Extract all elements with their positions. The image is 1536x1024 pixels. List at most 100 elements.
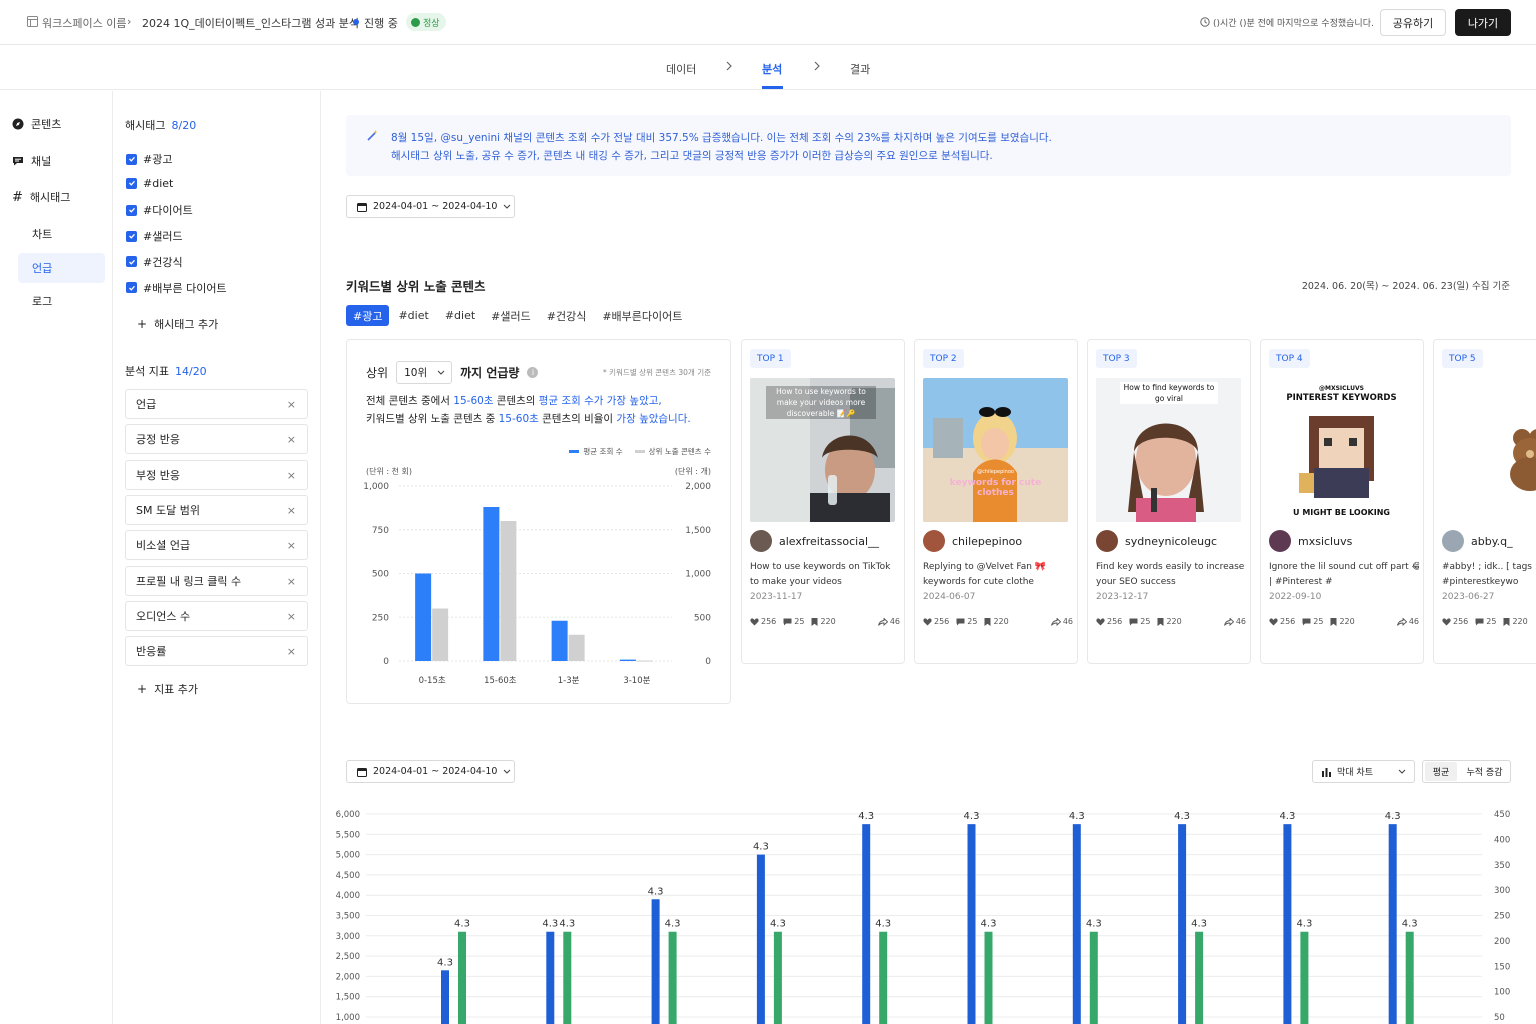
hashtag-checkbox-row[interactable]: #건강식 [126, 254, 183, 270]
close-icon[interactable]: × [287, 433, 296, 446]
hashtag-checkbox-row[interactable]: #배부른 다이어트 [126, 280, 227, 296]
post-author[interactable]: chilepepinoo [923, 530, 1022, 552]
tab-data[interactable]: 데이터 [666, 61, 696, 77]
post-author[interactable]: mxsicluvs [1269, 530, 1352, 552]
share-button[interactable]: 공유하기 [1380, 9, 1446, 36]
close-icon[interactable]: × [287, 645, 296, 658]
nav-hashtag[interactable]: # 해시태그 [12, 187, 70, 207]
bar-avg-views[interactable] [483, 507, 500, 661]
checkbox-checked-icon[interactable] [126, 153, 137, 165]
bar-top-count[interactable] [500, 521, 517, 661]
bar-avg-views[interactable] [415, 573, 432, 662]
bar-series-1[interactable] [1283, 824, 1292, 1024]
post-author[interactable]: sydneynicoleugc [1096, 530, 1217, 552]
hashtag-checkbox-row[interactable]: #diet [126, 177, 173, 190]
breadcrumb-workspace[interactable]: 워크스페이스 이름 [42, 15, 126, 31]
post-author[interactable]: abby.q_ [1442, 530, 1513, 552]
bar-series-1[interactable] [441, 970, 449, 1024]
mode-average-button[interactable]: 평균 [1425, 762, 1457, 781]
bar-series-1[interactable] [967, 824, 976, 1024]
bar-series-1[interactable] [1388, 824, 1397, 1024]
nav-sub-chart[interactable]: 차트 [18, 219, 105, 249]
keyword-tab[interactable]: #샐러드 [484, 305, 538, 326]
metric-chip[interactable]: 반응률 × [125, 636, 308, 667]
bar-series-1[interactable] [546, 931, 555, 1024]
hashtag-checkbox-row[interactable]: #다이어트 [126, 202, 193, 218]
tab-analysis[interactable]: 분석 [762, 61, 782, 77]
bar-series-1[interactable] [862, 824, 871, 1024]
post-thumbnail[interactable]: How to find keywords to go viral [1096, 378, 1241, 522]
bar-top-count[interactable] [636, 660, 653, 662]
add-metric-button[interactable]: + 지표 추가 [137, 681, 198, 697]
bar-series-2[interactable] [1300, 931, 1309, 1024]
post-card[interactable]: TOP 3 How to find keywords to go viral syd… [1087, 339, 1251, 664]
bar-avg-views[interactable] [619, 659, 636, 661]
close-icon[interactable]: × [287, 469, 296, 482]
metric-chip[interactable]: 부정 반응 × [125, 459, 308, 490]
post-author[interactable]: alexfreitassocial__ [750, 530, 879, 552]
close-icon[interactable]: × [287, 504, 296, 517]
date-range-picker[interactable]: 2024-04-01 ~ 2024-04-10 [346, 195, 515, 218]
metric-chip[interactable]: 프로필 내 링크 클릭 수 × [125, 565, 308, 596]
bar-avg-views[interactable] [551, 620, 568, 661]
keyword-tab[interactable]: #diet [391, 305, 435, 326]
post-thumbnail[interactable]: keywords for cute clothes @chilepepinoo [923, 378, 1068, 522]
bar-series-2[interactable] [1089, 931, 1098, 1024]
rank-select[interactable]: 10위 [396, 361, 453, 384]
close-icon[interactable]: × [287, 575, 296, 588]
exit-button[interactable]: 나가기 [1455, 9, 1511, 36]
metric-chip[interactable]: 비소셜 언급 × [125, 530, 308, 561]
metric-chip[interactable]: 오디언스 수 × [125, 600, 308, 631]
date-range-picker-2[interactable]: 2024-04-01 ~ 2024-04-10 [346, 760, 515, 783]
checkbox-checked-icon[interactable] [126, 256, 137, 268]
tab-result[interactable]: 결과 [850, 61, 870, 77]
bar-series-2[interactable] [773, 931, 782, 1024]
nav-content[interactable]: 콘텐츠 [12, 114, 61, 134]
checkbox-checked-icon[interactable] [126, 204, 137, 216]
bar-series-2[interactable] [458, 931, 466, 1024]
info-icon[interactable]: i [527, 367, 539, 378]
stat-value: 25 [1140, 617, 1151, 626]
bar-series-1[interactable] [1072, 824, 1081, 1024]
bar-series-2[interactable] [1405, 931, 1414, 1024]
bar-series-1[interactable] [1178, 824, 1187, 1024]
checkbox-checked-icon[interactable] [126, 230, 137, 242]
bar-series-1[interactable] [756, 854, 765, 1024]
mode-cumulative-button[interactable]: 누적 증감 [1459, 765, 1510, 778]
checkbox-checked-icon[interactable] [126, 177, 137, 189]
post-thumbnail[interactable] [1442, 378, 1536, 522]
post-card[interactable]: TOP 1 How to use keywords to make your vi… [741, 339, 905, 664]
nav-channel[interactable]: 채널 [12, 151, 51, 171]
hashtag-checkbox-row[interactable]: #광고 [126, 151, 172, 167]
post-thumbnail[interactable]: How to use keywords to make your videos … [750, 378, 895, 522]
close-icon[interactable]: × [287, 610, 296, 623]
bar-series-2[interactable] [668, 931, 677, 1024]
post-card[interactable]: TOP 5 abby.q_ #abby! ; idk.. [ tags : # #pi… [1433, 339, 1536, 664]
metric-chip[interactable]: 언급 × [125, 389, 308, 419]
keyword-tab[interactable]: #광고 [346, 305, 390, 326]
keyword-tab[interactable]: #배부른다이어트 [595, 305, 689, 326]
bar-series-2[interactable] [984, 931, 993, 1024]
chart-type-select[interactable]: 막대 차트 [1312, 760, 1415, 783]
bar-top-count[interactable] [432, 608, 449, 662]
bar-series-2[interactable] [563, 931, 572, 1024]
metric-chip[interactable]: 긍정 반응 × [125, 424, 308, 455]
bar-series-1[interactable] [651, 899, 660, 1024]
bar-series-2[interactable] [1195, 931, 1204, 1024]
bar-series-2[interactable] [879, 931, 888, 1024]
hashtag-checkbox-row[interactable]: #샐러드 [126, 228, 183, 244]
nav-sub-log[interactable]: 로그 [18, 286, 105, 316]
post-card[interactable]: TOP 2 keywords for cute clothes @chilepepi… [914, 339, 1078, 664]
close-icon[interactable]: × [287, 539, 296, 552]
close-icon[interactable]: × [287, 398, 296, 411]
keyword-tab[interactable]: #건강식 [540, 305, 594, 326]
keyword-tab[interactable]: #diet [438, 305, 482, 326]
metric-chip[interactable]: SM 도달 범위 × [125, 494, 308, 525]
post-thumbnail[interactable]: @MXSICLUVS PINTEREST KEYWORDS U MIGHT BE L… [1269, 378, 1414, 522]
bar-top-count[interactable] [568, 634, 585, 661]
breadcrumb-project[interactable]: 2024 1Q_데이터이펙트_인스타그램 성과 분석 [142, 15, 359, 31]
nav-sub-mention[interactable]: 언급 [18, 253, 105, 283]
checkbox-checked-icon[interactable] [126, 282, 137, 293]
post-card[interactable]: TOP 4 @MXSICLUVS PINTEREST KEYWORDS U MIGHT… [1260, 339, 1424, 664]
add-hashtag-button[interactable]: + 해시태그 추가 [137, 316, 218, 332]
